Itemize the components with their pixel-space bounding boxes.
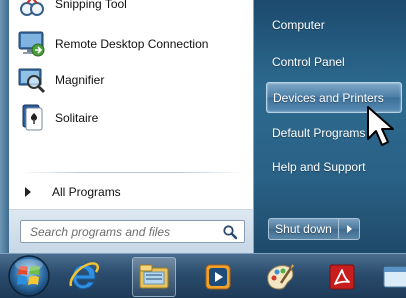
link-computer[interactable]: Computer [266, 10, 402, 40]
taskbar-button-acrobat[interactable] [320, 257, 364, 297]
windows-explorer-icon [139, 264, 169, 289]
program-label: Snipping Tool [55, 0, 127, 11]
app-icon [383, 266, 406, 288]
taskbar [0, 253, 406, 298]
program-item-solitaire[interactable]: Solitaire [9, 100, 253, 136]
paint-icon [267, 264, 295, 290]
start-menu: Snipping Tool Remote Desktop Connection … [0, 0, 406, 253]
menu-frame-edge [0, 0, 9, 253]
link-control-panel[interactable]: Control Panel [266, 47, 402, 77]
media-player-icon [205, 264, 231, 290]
program-label: Magnifier [55, 73, 105, 87]
chevron-right-icon [25, 187, 31, 197]
acrobat-icon [329, 264, 355, 290]
all-programs-label: All Programs [52, 185, 121, 199]
shutdown-button[interactable]: Shut down [268, 218, 338, 240]
programs-pane: Snipping Tool Remote Desktop Connection … [9, 0, 254, 210]
programs-divider [19, 172, 243, 173]
snipping-tool-icon [20, 0, 44, 16]
search-box[interactable] [20, 220, 245, 243]
start-orb-icon[interactable] [4, 253, 54, 298]
mouse-pointer-icon [367, 106, 394, 146]
program-item-snipping-tool[interactable]: Snipping Tool [9, 0, 253, 22]
taskbar-button-paint[interactable] [258, 257, 302, 297]
search-icon[interactable] [222, 224, 238, 240]
search-strip [9, 210, 254, 253]
link-help-and-support[interactable]: Help and Support [266, 152, 402, 182]
program-item-remote-desktop[interactable]: Remote Desktop Connection [9, 26, 253, 62]
magnifier-icon [18, 68, 46, 94]
taskbar-button-media-player[interactable] [196, 257, 240, 297]
program-label: Solitaire [55, 111, 99, 125]
program-label: Remote Desktop Connection [55, 37, 209, 51]
remote-desktop-icon [18, 31, 45, 57]
taskbar-button-windows-explorer[interactable] [132, 257, 176, 297]
all-programs-button[interactable]: All Programs [9, 180, 253, 204]
shutdown-button-group: Shut down [268, 218, 364, 240]
solitaire-icon [22, 104, 43, 131]
search-input[interactable] [21, 221, 221, 242]
internet-explorer-icon [69, 262, 99, 290]
program-item-magnifier[interactable]: Magnifier [9, 62, 253, 98]
taskbar-button-app[interactable] [380, 257, 406, 297]
taskbar-button-internet-explorer[interactable] [62, 257, 106, 297]
shutdown-options-button[interactable] [338, 218, 360, 240]
chevron-right-icon [347, 225, 352, 233]
